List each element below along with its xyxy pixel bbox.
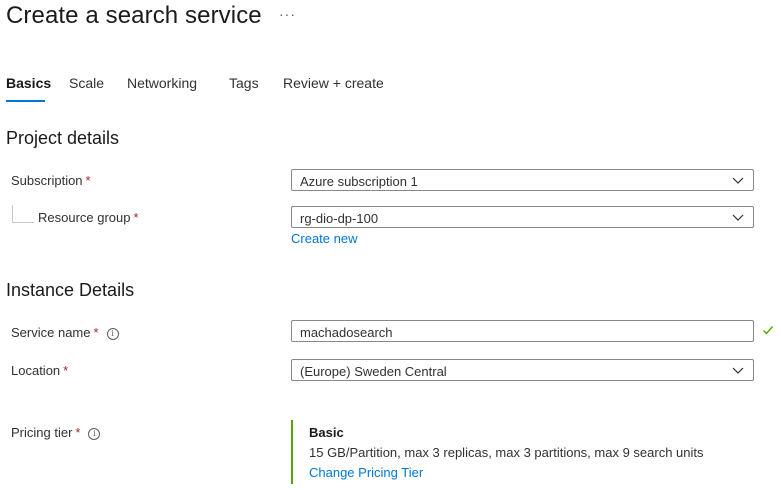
tab-networking[interactable]: Networking [127, 75, 197, 91]
subscription-label-text: Subscription [11, 173, 83, 188]
pricing-tier-label: Pricing tier * i [11, 425, 101, 440]
tab-basics[interactable]: Basics [6, 75, 51, 91]
required-marker: * [75, 425, 81, 440]
hierarchy-connector [12, 205, 34, 223]
location-value: (Europe) Sweden Central [300, 364, 447, 379]
resource-group-dropdown[interactable]: rg-dio-dp-100 [291, 206, 754, 228]
chevron-down-icon [732, 214, 744, 221]
tab-tags[interactable]: Tags [229, 75, 259, 91]
pricing-tier-label-text: Pricing tier [11, 425, 73, 440]
required-marker: * [63, 363, 69, 378]
resource-group-label: Resource group * [38, 210, 139, 225]
create-new-resource-group-link[interactable]: Create new [291, 231, 357, 246]
page-title: Create a search service [6, 2, 262, 29]
service-name-value: machadosearch [300, 325, 393, 340]
location-label-text: Location [11, 363, 61, 378]
info-icon[interactable]: i [106, 328, 119, 340]
checkmark-icon [763, 326, 774, 335]
tab-review-create[interactable]: Review + create [283, 75, 384, 91]
chevron-down-icon [732, 177, 744, 184]
pricing-tier-accent-bar [291, 420, 293, 484]
change-pricing-tier-link[interactable]: Change Pricing Tier [309, 465, 423, 480]
service-name-label: Service name * i [11, 325, 119, 340]
pricing-tier-name: Basic [309, 425, 344, 440]
service-name-label-text: Service name [11, 325, 91, 340]
location-label: Location * [11, 363, 68, 378]
project-details-heading: Project details [6, 128, 120, 148]
resource-group-value: rg-dio-dp-100 [300, 211, 379, 226]
required-marker: * [85, 173, 91, 188]
resource-group-label-text: Resource group [38, 210, 131, 225]
chevron-down-icon [732, 367, 744, 374]
required-marker: * [93, 325, 99, 340]
service-name-input[interactable]: machadosearch [291, 320, 754, 342]
instance-details-heading: Instance Details [6, 280, 135, 300]
subscription-value: Azure subscription 1 [300, 174, 418, 189]
info-icon[interactable]: i [88, 428, 101, 440]
subscription-label: Subscription * [11, 173, 91, 188]
tab-scale[interactable]: Scale [69, 75, 104, 91]
subscription-dropdown[interactable]: Azure subscription 1 [291, 169, 754, 191]
pricing-tier-description: 15 GB/Partition, max 3 replicas, max 3 p… [309, 445, 704, 460]
active-tab-indicator [6, 100, 45, 102]
location-dropdown[interactable]: (Europe) Sweden Central [291, 359, 754, 381]
required-marker: * [133, 210, 139, 225]
more-actions-button[interactable]: ··· [279, 6, 296, 22]
